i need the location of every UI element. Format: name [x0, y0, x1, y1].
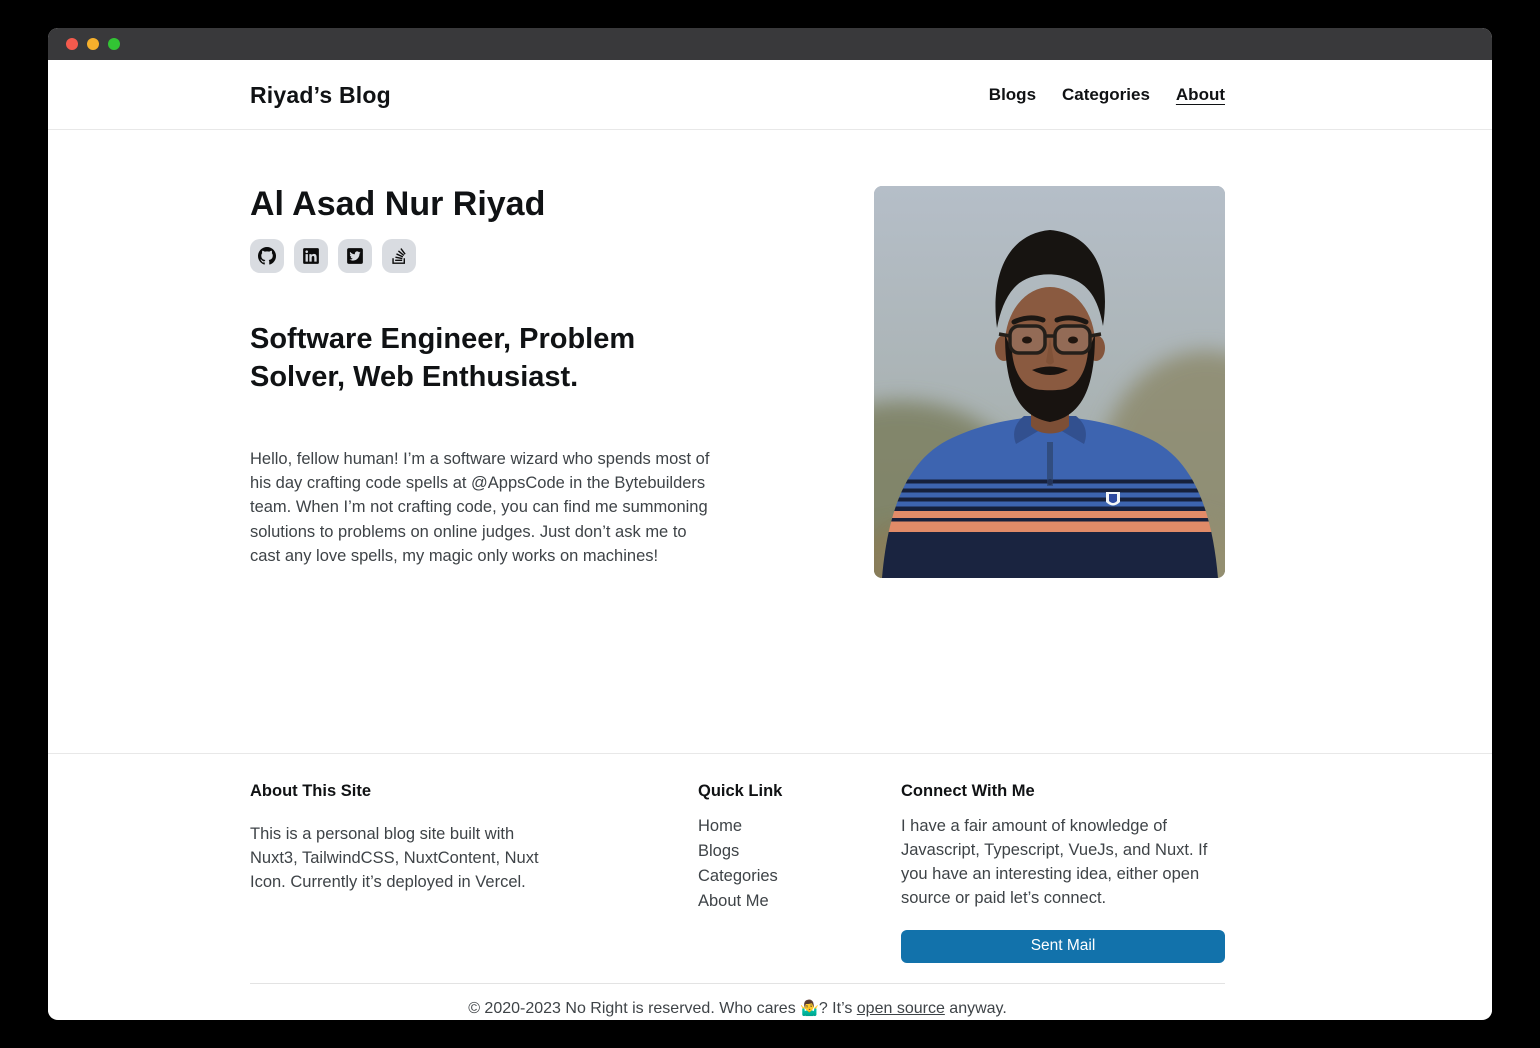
footer-quicklink-title: Quick Link — [698, 782, 848, 801]
zoom-window-button[interactable] — [108, 38, 120, 50]
footer-quicklink-column: Quick Link Home Blogs Categories About M… — [698, 782, 848, 963]
site-footer: About This Site This is a personal blog … — [48, 753, 1492, 1018]
profile-photo — [874, 186, 1225, 578]
tagline: Software Engineer, Problem Solver, Web E… — [250, 321, 690, 396]
open-source-link[interactable]: open source — [857, 1000, 945, 1017]
footer-link-categories[interactable]: Categories — [698, 865, 848, 889]
footer-connect-text: I have a fair amount of knowledge of Jav… — [901, 815, 1225, 911]
linkedin-link[interactable] — [294, 239, 328, 273]
browser-window: Riyad’s Blog Blogs Categories About Al A… — [48, 28, 1492, 1020]
stackoverflow-icon — [390, 247, 408, 265]
nav-about[interactable]: About — [1176, 85, 1225, 105]
github-link[interactable] — [250, 239, 284, 273]
copyright-divider: © 2020-2023 No Right is reserved. Who ca… — [250, 983, 1225, 1018]
footer-about-text: This is a personal blog site built with … — [250, 823, 550, 895]
window-titlebar — [48, 28, 1492, 60]
copyright-text: © 2020-2023 No Right is reserved. Who ca… — [250, 984, 1225, 1018]
main-nav: Blogs Categories About — [989, 85, 1225, 105]
profile-photo-illustration — [874, 186, 1225, 578]
site-logo[interactable]: Riyad’s Blog — [250, 82, 391, 109]
copyright-mid: ? It’s — [819, 1000, 857, 1017]
github-icon — [258, 247, 276, 265]
footer-link-about-me[interactable]: About Me — [698, 890, 848, 914]
site-header: Riyad’s Blog Blogs Categories About — [48, 60, 1492, 130]
footer-about-title: About This Site — [250, 782, 550, 801]
minimize-window-button[interactable] — [87, 38, 99, 50]
copyright-prefix: © 2020-2023 No Right is reserved. Who ca… — [468, 1000, 800, 1017]
footer-connect-column: Connect With Me I have a fair amount of … — [901, 782, 1225, 963]
close-window-button[interactable] — [66, 38, 78, 50]
shrug-emoji: 🤷‍♂️ — [800, 1000, 819, 1017]
page-title: Al Asad Nur Riyad — [250, 186, 740, 223]
stackoverflow-link[interactable] — [382, 239, 416, 273]
footer-about-column: About This Site This is a personal blog … — [250, 782, 550, 963]
copyright-suffix: anyway. — [945, 1000, 1007, 1017]
twitter-icon — [346, 247, 364, 265]
main-content: Al Asad Nur Riyad Software Engin — [48, 130, 1492, 753]
sent-mail-button[interactable]: Sent Mail — [901, 930, 1225, 963]
footer-link-home[interactable]: Home — [698, 815, 848, 839]
footer-link-blogs[interactable]: Blogs — [698, 840, 848, 864]
nav-categories[interactable]: Categories — [1062, 85, 1150, 105]
nav-blogs[interactable]: Blogs — [989, 85, 1036, 105]
linkedin-icon — [302, 247, 320, 265]
social-links — [250, 239, 740, 273]
twitter-link[interactable] — [338, 239, 372, 273]
footer-connect-title: Connect With Me — [901, 782, 1225, 801]
bio-paragraph: Hello, fellow human! I’m a software wiza… — [250, 447, 712, 568]
